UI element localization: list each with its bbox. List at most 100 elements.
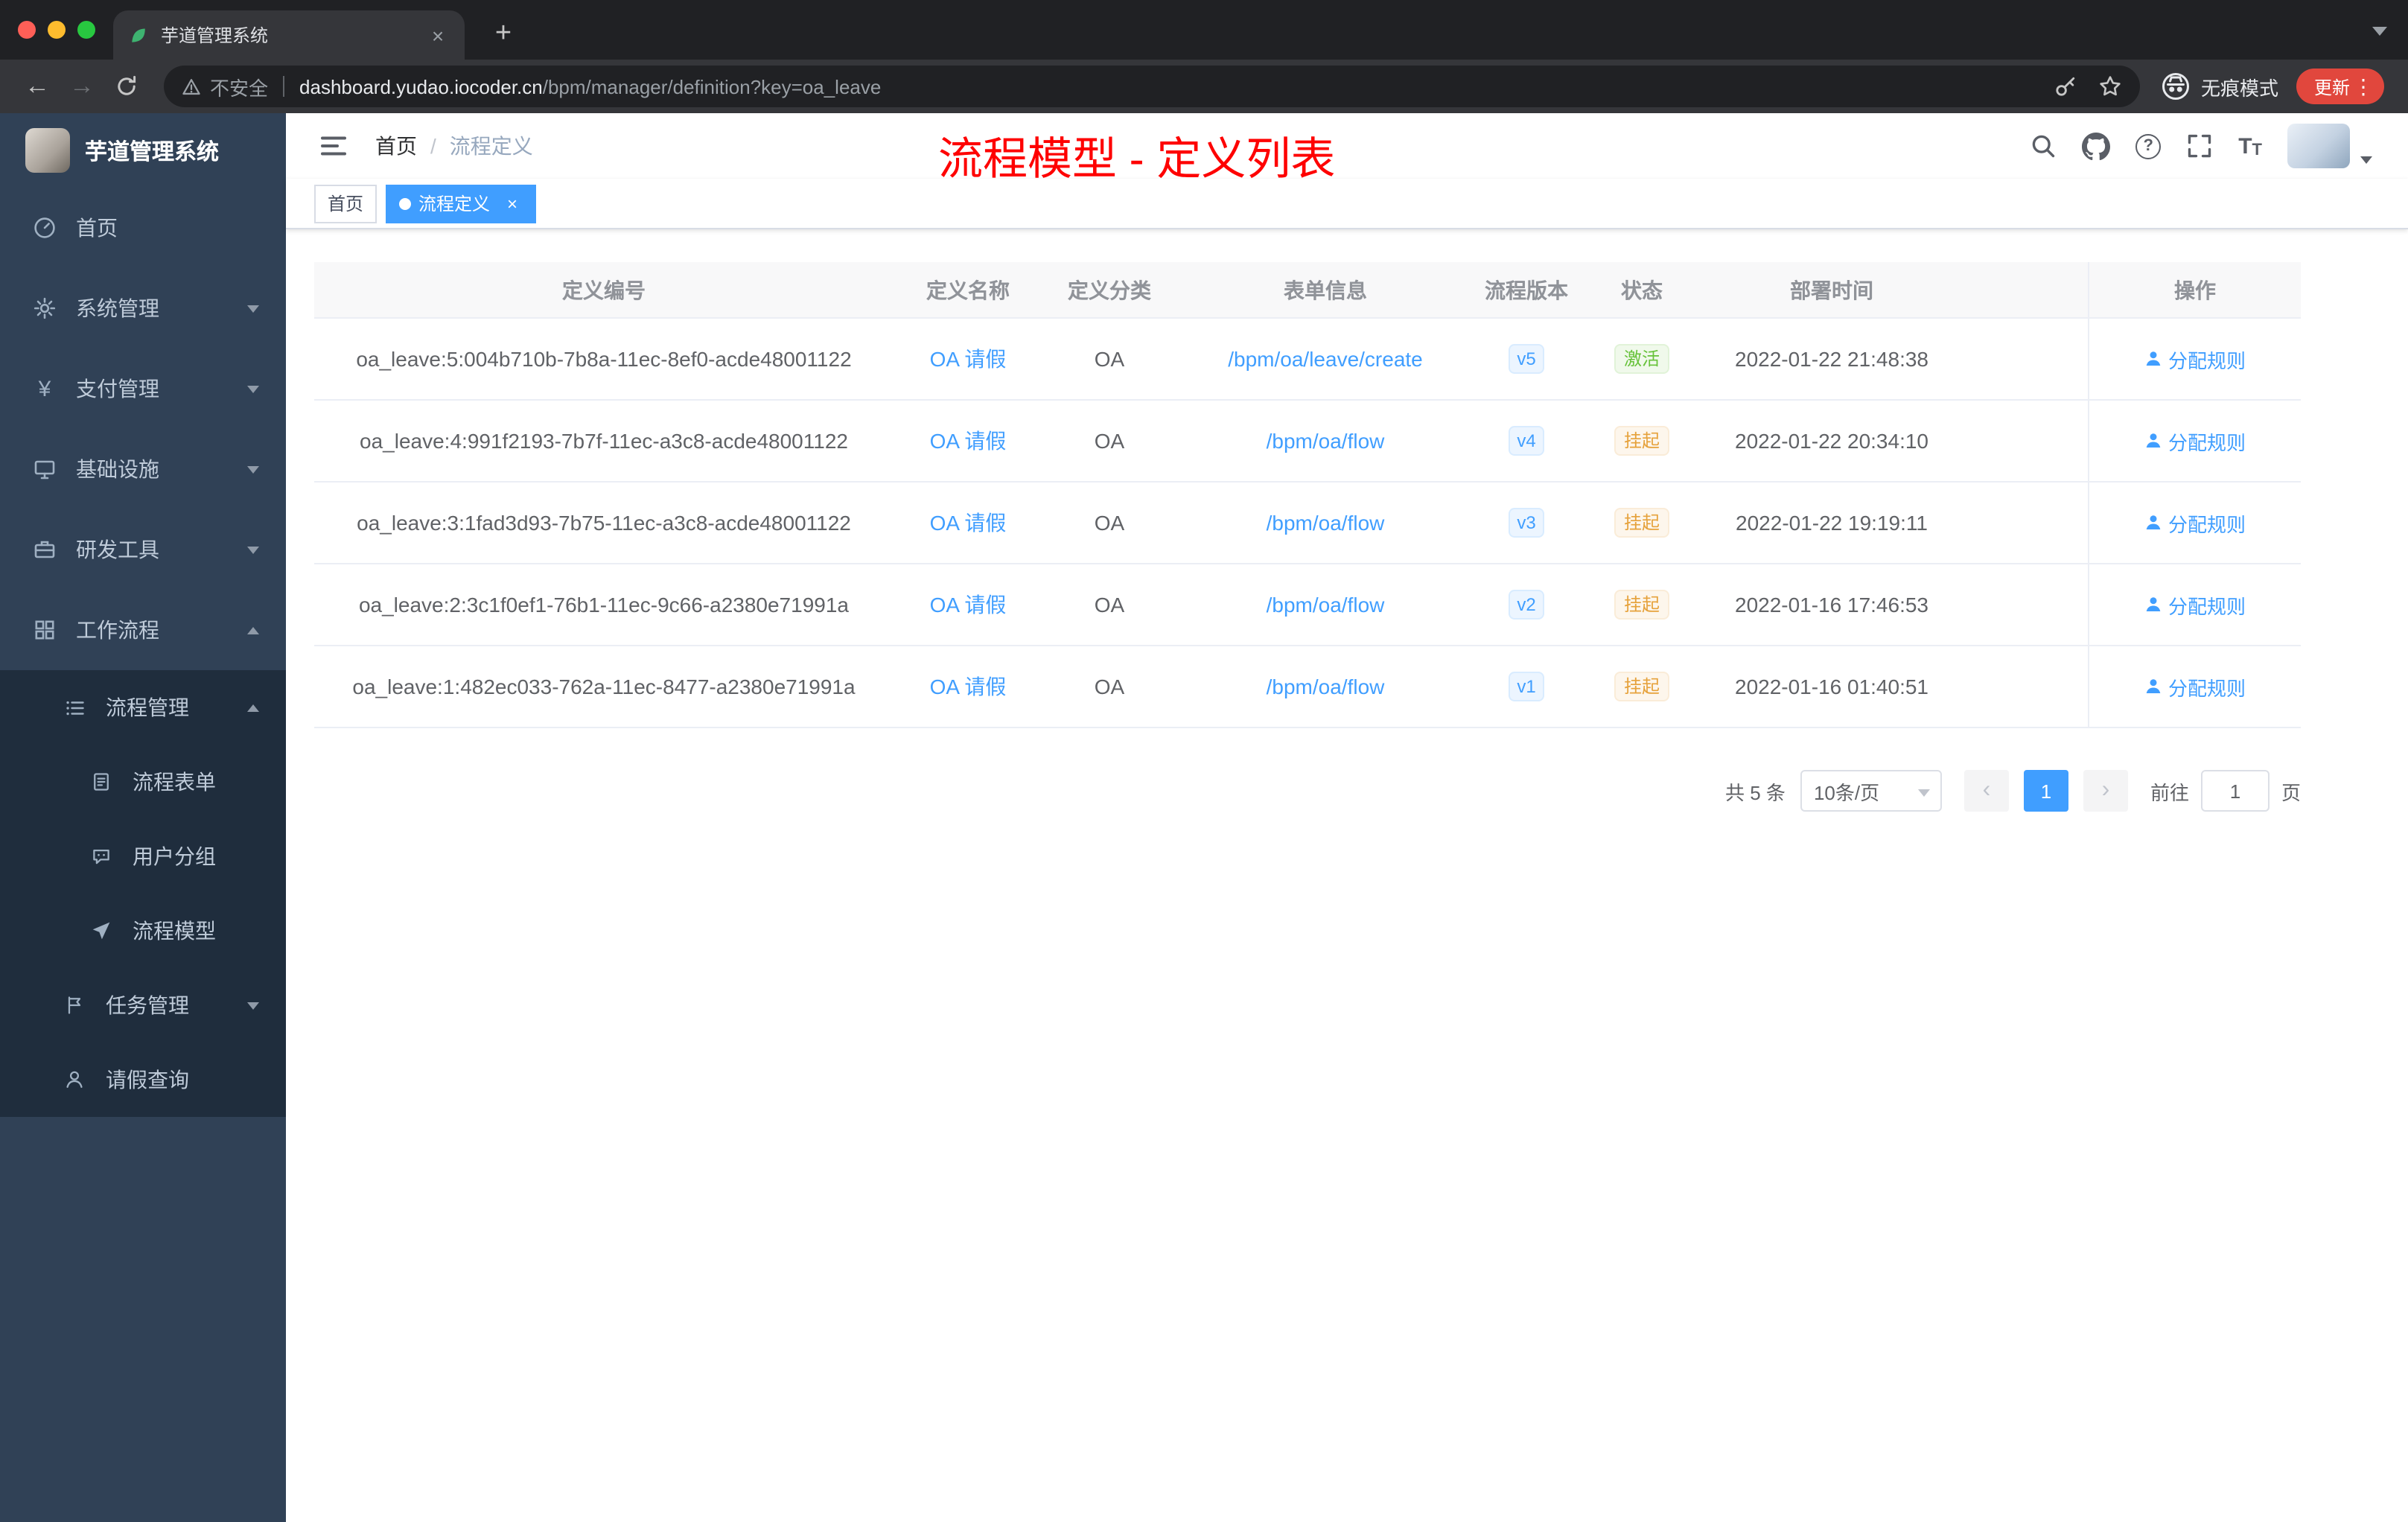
not-secure-warning-icon [182,78,200,95]
cell-deploy-time: 2022-01-22 19:19:11 [1736,511,1928,535]
tag-home[interactable]: 首页 [314,184,378,223]
sidebar-item-home[interactable]: 首页 [0,188,286,268]
chevron-down-icon [247,385,259,392]
sidebar-item-process-model[interactable]: 流程模型 [0,894,286,968]
reload-button[interactable] [107,67,146,106]
assign-rule-link[interactable]: 分配规则 [2144,509,2246,537]
version-badge: v4 [1508,426,1545,456]
assign-rule-link[interactable]: 分配规则 [2144,672,2246,701]
breadcrumb-separator: / [430,134,436,158]
sidebar-item-infrastructure[interactable]: 基础设施 [0,429,286,509]
status-badge: 挂起 [1614,590,1669,620]
chevron-up-icon [247,626,259,634]
tab-search-chevron-icon[interactable] [2372,27,2387,36]
sidebar-item-label: 流程表单 [133,770,216,794]
address-bar[interactable]: 不安全 dashboard.yudao.iocoder.cn/bpm/manag… [164,66,2140,107]
assign-rule-link[interactable]: 分配规则 [2144,427,2246,455]
cell-definition-id: oa_leave:4:991f2193-7b7f-11ec-a3c8-acde4… [360,429,848,453]
user-icon [63,1068,86,1092]
form-link[interactable]: /bpm/oa/flow [1267,675,1385,698]
maximize-window-button[interactable] [77,21,95,39]
sidebar-item-user-group[interactable]: 用户分组 [0,819,286,894]
minimize-window-button[interactable] [48,21,66,39]
chevron-down-icon [247,305,259,312]
sidebar-item-process-form[interactable]: 流程表单 [0,745,286,819]
goto-page-input[interactable] [2200,770,2270,812]
form-link[interactable]: /bpm/oa/flow [1267,429,1385,453]
active-tag-dot [399,197,412,209]
definition-name-link[interactable]: OA 请假 [930,590,1007,620]
font-size-icon[interactable]: TT [2238,133,2262,159]
form-link[interactable]: /bpm/oa/leave/create [1228,347,1423,371]
definition-name-link[interactable]: OA 请假 [930,672,1007,701]
cell-deploy-time: 2022-01-16 17:46:53 [1735,593,1928,617]
goto-unit: 页 [2281,781,2301,803]
incognito-indicator: 无痕模式 [2161,71,2278,101]
sidebar-item-leave-query[interactable]: 请假查询 [0,1042,286,1117]
cell-category: OA [1094,347,1125,371]
sidebar-item-payment[interactable]: ¥ 支付管理 [0,348,286,429]
user-icon [2146,515,2161,529]
assign-rule-link[interactable]: 分配规则 [2144,590,2246,619]
page-size-select[interactable]: 10条/页 [1800,770,1942,812]
sidebar-item-workflow[interactable]: 工作流程 [0,590,286,670]
prev-page-button[interactable]: ‹ [1963,770,2009,812]
update-label: 更新 [2313,77,2350,98]
tags-view-bar: 首页 流程定义 × [286,179,2408,229]
sidebar-item-devtools[interactable]: 研发工具 [0,509,286,590]
chat-bubble-icon [89,844,113,868]
cell-definition-id: oa_leave:2:3c1f0ef1-76b1-11ec-9c66-a2380… [358,593,849,617]
gear-icon [33,296,57,320]
forward-button[interactable]: → [63,67,101,106]
page-size-value: 10条/页 [1813,781,1880,803]
tag-close-icon[interactable]: × [502,193,523,214]
tab-close-icon[interactable]: × [426,23,450,47]
fullscreen-icon[interactable] [2186,133,2213,159]
security-label[interactable]: 不安全 [210,72,268,101]
avatar-dropdown-caret-icon[interactable] [2360,156,2372,164]
update-chrome-button[interactable]: 更新 ⋮ [2296,69,2384,104]
tab-title: 芋道管理系统 [161,25,269,46]
browser-menu-icon[interactable]: ⋮ [2350,74,2377,99]
form-link[interactable]: /bpm/oa/flow [1267,593,1385,617]
sidebar-logo[interactable]: 芋道管理系统 [0,113,286,188]
sidebar-item-system[interactable]: 系统管理 [0,268,286,348]
table-row: oa_leave:5:004b710b-7b8a-11ec-8ef0-acde4… [314,319,2301,401]
bookmark-star-icon[interactable] [2098,74,2122,98]
assign-rule-link[interactable]: 分配规则 [2144,345,2246,373]
github-icon[interactable] [2082,132,2111,160]
logo-avatar [25,128,70,173]
version-badge: v3 [1508,508,1545,538]
sidebar: 芋道管理系统 首页 系统管理 ¥ 支付管理 基础设施 研发工具 工作流程 流程管… [0,113,286,1522]
back-button[interactable]: ← [18,67,57,106]
help-icon[interactable]: ? [2135,133,2162,159]
definition-name-link[interactable]: OA 请假 [930,344,1007,374]
breadcrumb-home[interactable]: 首页 [375,131,417,161]
definition-name-link[interactable]: OA 请假 [930,508,1007,538]
browser-tab[interactable]: 芋道管理系统 × [113,10,465,60]
logo-title: 芋道管理系统 [85,139,220,165]
cell-deploy-time: 2022-01-22 21:48:38 [1735,347,1928,371]
status-badge: 激活 [1614,344,1669,374]
sidebar-item-process-management[interactable]: 流程管理 [0,670,286,745]
next-page-button[interactable]: › [2083,770,2128,812]
incognito-icon [2162,73,2189,100]
sidebar-item-task-management[interactable]: 任务管理 [0,968,286,1042]
cell-definition-id: oa_leave:1:482ec033-762a-11ec-8477-a2380… [352,675,856,698]
tab-favicon [132,28,145,42]
flag-icon [63,993,86,1017]
page-1-button[interactable]: 1 [2023,770,2068,812]
password-key-icon[interactable] [2054,74,2077,98]
chevron-up-icon [247,704,259,711]
tag-process-definition[interactable]: 流程定义 × [386,184,537,223]
form-link[interactable]: /bpm/oa/flow [1267,511,1385,535]
user-icon [2146,597,2161,611]
search-icon[interactable] [2030,133,2057,159]
close-window-button[interactable] [18,21,36,39]
sidebar-item-label: 系统管理 [76,296,159,320]
user-avatar[interactable] [2287,124,2350,168]
goto-label: 前往 [2150,781,2189,803]
sidebar-toggle-button[interactable] [319,131,348,161]
definition-name-link[interactable]: OA 请假 [930,426,1007,456]
new-tab-button[interactable]: + [482,13,524,55]
